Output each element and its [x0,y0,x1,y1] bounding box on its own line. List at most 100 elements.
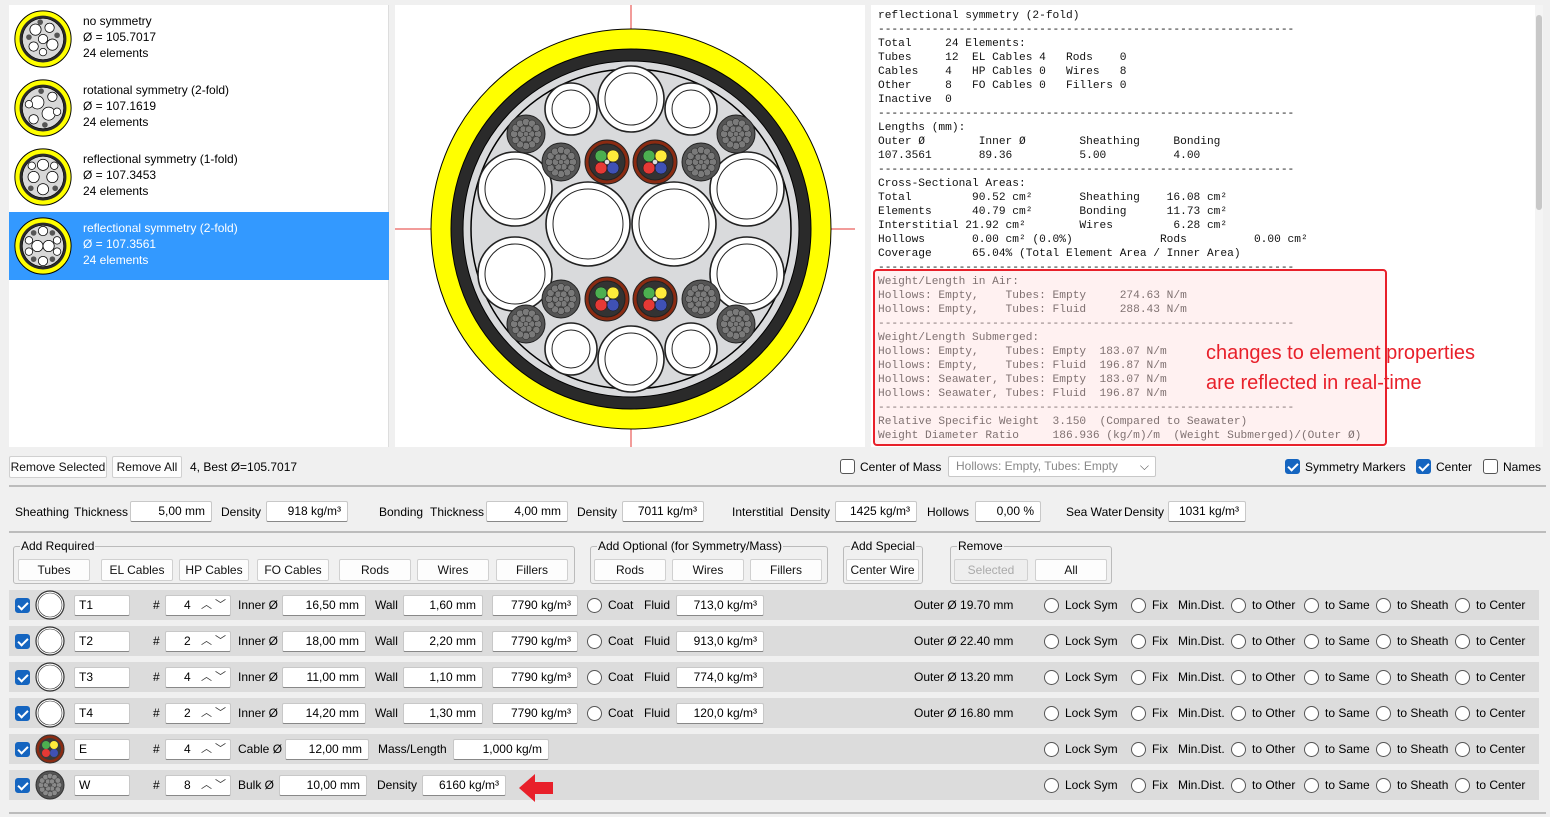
bonding-density-input[interactable]: 7011 kg/m³ [622,501,704,522]
to-same-radio[interactable] [1304,778,1319,793]
to-sheath-radio[interactable] [1376,778,1391,793]
mass-length-input[interactable]: 1,000 kg/m [453,739,549,760]
design-item[interactable]: reflectional symmetry (1-fold) Ø = 107.34… [9,143,389,211]
fluid-density-input[interactable]: 913,0 kg/m³ [676,631,764,652]
to-other-radio[interactable] [1231,598,1246,613]
cross-section-preview[interactable] [395,5,865,447]
lock-sym-radio[interactable] [1044,706,1059,721]
hollows-input[interactable]: 0,00 % [975,501,1041,522]
inner-diameter-input[interactable]: 11,00 mm [282,667,366,688]
coat-radio[interactable] [587,706,602,721]
sea-water-density-input[interactable]: 1031 kg/m³ [1168,501,1246,522]
to-same-radio[interactable] [1304,706,1319,721]
stepper-arrows-icon[interactable]: ︿ ﹀ [201,740,226,759]
add-center-wire-button[interactable]: Center Wire [846,559,919,581]
to-sheath-radio[interactable] [1376,670,1391,685]
coat-radio[interactable] [587,634,602,649]
lock-sym-radio[interactable] [1044,778,1059,793]
to-center-radio[interactable] [1455,742,1470,757]
count-stepper[interactable]: 4 ︿ ﹀ [165,667,231,688]
material-density-input[interactable]: 7790 kg/m³ [492,703,578,724]
design-item[interactable]: rotational symmetry (2-fold) Ø = 107.1619… [9,74,389,142]
report-scrollbar[interactable] [1535,5,1543,447]
stepper-arrows-icon[interactable]: ︿ ﹀ [201,704,226,723]
lock-sym-radio[interactable] [1044,670,1059,685]
lock-sym-radio[interactable] [1044,742,1059,757]
inner-diameter-input[interactable]: 14,20 mm [282,703,366,724]
element-active-checkbox[interactable] [15,670,30,685]
to-same-radio[interactable] [1304,742,1319,757]
center-of-mass-checkbox[interactable] [840,459,855,474]
coat-radio[interactable] [587,670,602,685]
cable-diameter-input[interactable]: 12,00 mm [285,739,369,760]
fluid-density-input[interactable]: 713,0 kg/m³ [676,595,764,616]
to-other-radio[interactable] [1231,742,1246,757]
stepper-arrows-icon[interactable]: ︿ ﹀ [201,668,226,687]
fix-radio[interactable] [1131,742,1146,757]
to-sheath-radio[interactable] [1376,706,1391,721]
stepper-arrows-icon[interactable]: ︿ ﹀ [201,596,226,615]
add-hp-cables-button[interactable]: HP Cables [179,559,249,581]
to-same-radio[interactable] [1304,670,1319,685]
design-item[interactable]: no symmetry Ø = 105.7017 24 elements [9,5,389,73]
count-stepper[interactable]: 2 ︿ ﹀ [165,631,231,652]
add-fo-cables-button[interactable]: FO Cables [257,559,329,581]
add-el-cables-button[interactable]: EL Cables [101,559,173,581]
names-checkbox[interactable] [1483,459,1498,474]
element-name-input[interactable]: W [74,775,130,796]
add-optional-wires-button[interactable]: Wires [672,559,744,581]
symmetry-markers-checkbox[interactable] [1285,459,1300,474]
to-same-radio[interactable] [1304,634,1319,649]
inner-diameter-input[interactable]: 18,00 mm [282,631,366,652]
fluid-density-input[interactable]: 120,0 kg/m³ [676,703,764,724]
coat-radio[interactable] [587,598,602,613]
report-panel[interactable]: reflectional symmetry (2-fold) ---------… [871,5,1543,447]
design-list[interactable]: no symmetry Ø = 105.7017 24 elements rotat… [9,5,389,447]
center-checkbox[interactable] [1416,459,1431,474]
to-other-radio[interactable] [1231,670,1246,685]
bonding-thickness-input[interactable]: 4,00 mm [486,501,568,522]
count-stepper[interactable]: 4 ︿ ﹀ [165,739,231,760]
add-tubes-button[interactable]: Tubes [18,559,90,581]
material-density-input[interactable]: 7790 kg/m³ [492,595,578,616]
fix-radio[interactable] [1131,778,1146,793]
element-name-input[interactable]: T4 [74,703,130,724]
design-item-selected[interactable]: reflectional symmetry (2-fold) Ø = 107.35… [9,212,389,280]
to-center-radio[interactable] [1455,670,1470,685]
element-name-input[interactable]: T3 [74,667,130,688]
wall-input[interactable]: 1,10 mm [403,667,483,688]
count-stepper[interactable]: 4 ︿ ﹀ [165,595,231,616]
add-wires-button[interactable]: Wires [417,559,489,581]
sheathing-thickness-input[interactable]: 5,00 mm [130,501,212,522]
to-center-radio[interactable] [1455,778,1470,793]
sheathing-density-input[interactable]: 918 kg/m³ [266,501,348,522]
lock-sym-radio[interactable] [1044,634,1059,649]
remove-all-button[interactable]: Remove All [112,456,182,478]
wall-input[interactable]: 1,30 mm [403,703,483,724]
fix-radio[interactable] [1131,598,1146,613]
to-center-radio[interactable] [1455,634,1470,649]
add-rods-button[interactable]: Rods [339,559,411,581]
element-active-checkbox[interactable] [15,634,30,649]
element-active-checkbox[interactable] [15,598,30,613]
element-active-checkbox[interactable] [15,778,30,793]
fix-radio[interactable] [1131,706,1146,721]
fix-radio[interactable] [1131,634,1146,649]
to-other-radio[interactable] [1231,706,1246,721]
wall-input[interactable]: 2,20 mm [403,631,483,652]
density-input[interactable]: 6160 kg/m³ [422,775,506,796]
add-optional-rods-button[interactable]: Rods [594,559,666,581]
bulk-diameter-input[interactable]: 10,00 mm [279,775,367,796]
count-stepper[interactable]: 8 ︿ ﹀ [165,775,231,796]
add-optional-fillers-button[interactable]: Fillers [750,559,822,581]
to-sheath-radio[interactable] [1376,634,1391,649]
wall-input[interactable]: 1,60 mm [403,595,483,616]
to-center-radio[interactable] [1455,598,1470,613]
to-other-radio[interactable] [1231,634,1246,649]
to-sheath-radio[interactable] [1376,742,1391,757]
remove-selected-element-button[interactable]: Selected [954,559,1028,581]
element-name-input[interactable]: T1 [74,595,130,616]
fix-radio[interactable] [1131,670,1146,685]
hollows-tubes-select[interactable]: Hollows: Empty, Tubes: Empty ⌵ [948,456,1156,477]
interstitial-density-input[interactable]: 1425 kg/m³ [835,501,917,522]
